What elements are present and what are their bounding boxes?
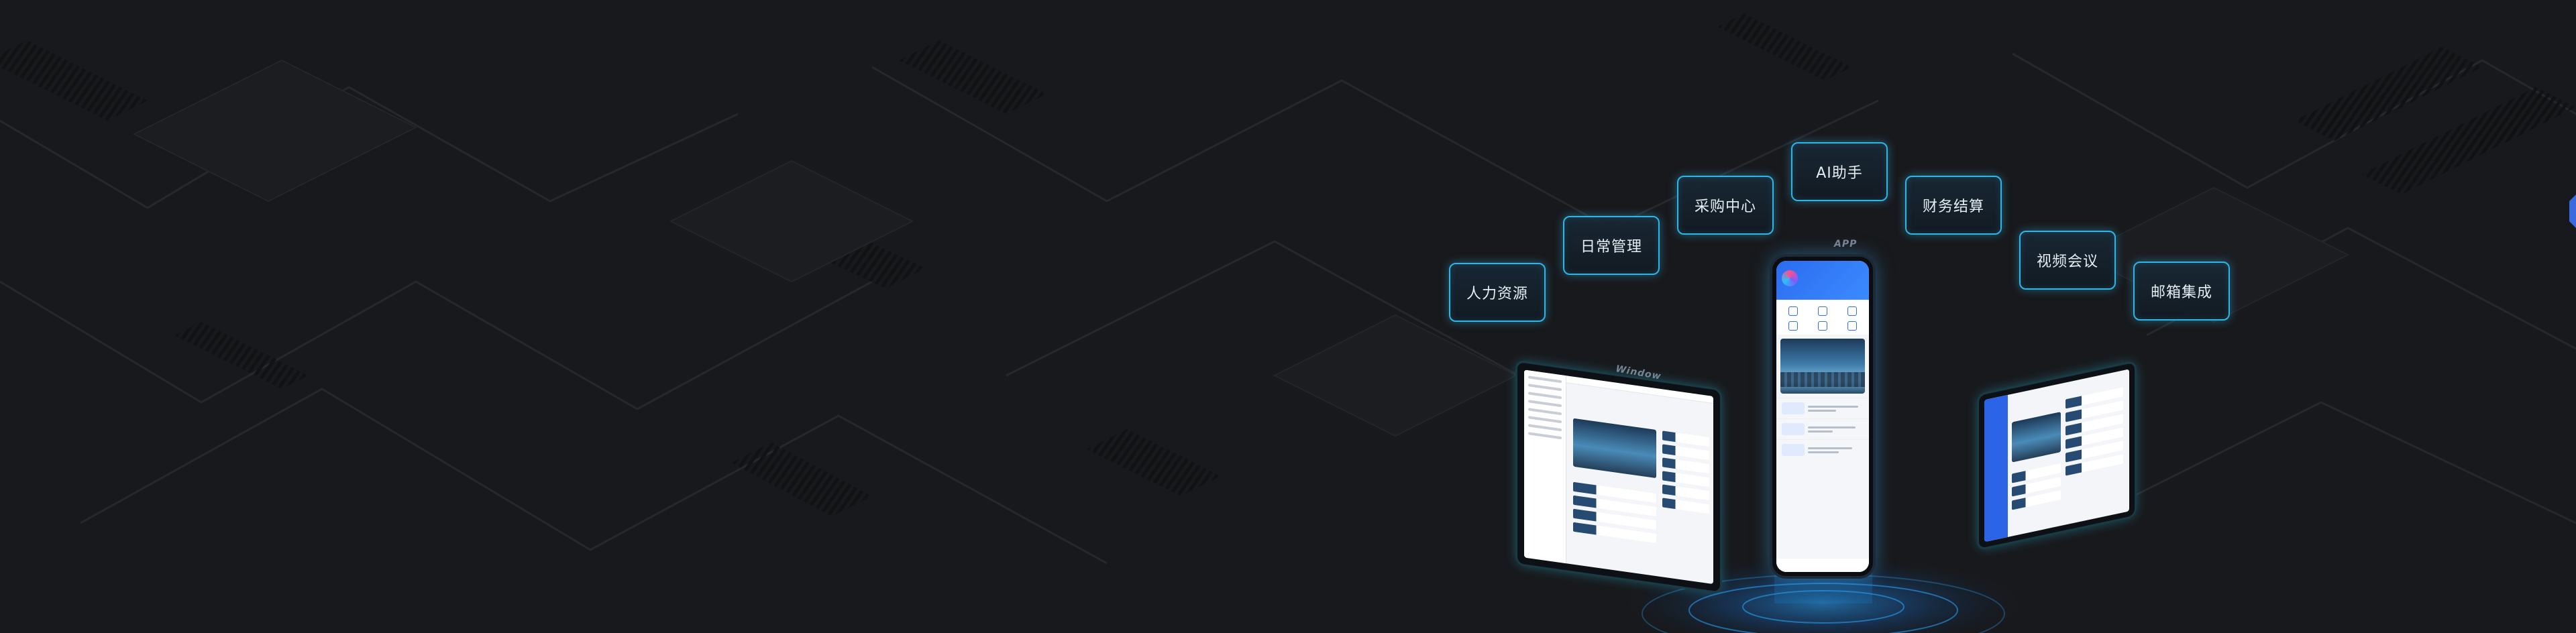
- phone-tab-bar: [1776, 559, 1869, 572]
- tag-purchase-center[interactable]: 采购中心: [1677, 176, 1774, 235]
- app-phone-mockup: [1772, 257, 1873, 576]
- phone-screen: [1776, 261, 1869, 572]
- wallet-icon: [1788, 321, 1798, 331]
- app-device-label: APP: [1834, 239, 1858, 249]
- tag-video-conference[interactable]: 视频会议: [2019, 231, 2116, 290]
- video-icon: [1818, 321, 1827, 331]
- tag-hr[interactable]: 人力资源: [1449, 263, 1546, 322]
- people-icon: [1788, 306, 1798, 316]
- news-item: [1776, 418, 1869, 439]
- news-item: [1776, 439, 1869, 460]
- mail-icon: [1847, 321, 1857, 331]
- window-screen: [1524, 369, 1713, 585]
- news-item: [1776, 398, 1869, 418]
- tag-ai-assistant[interactable]: AI助手: [1791, 142, 1888, 201]
- window-tablet-mockup: [1517, 362, 1720, 592]
- tag-finance-settlement[interactable]: 财务结算: [1905, 176, 2002, 235]
- calendar-icon: [1818, 306, 1827, 316]
- phone-banner-image: [1780, 339, 1865, 394]
- phone-header: [1776, 261, 1869, 300]
- phone-feature-grid: [1776, 300, 1869, 335]
- tag-daily-management[interactable]: 日常管理: [1563, 216, 1660, 275]
- cart-icon: [1847, 306, 1857, 316]
- tag-mail-integration[interactable]: 邮箱集成: [2133, 262, 2230, 321]
- app-logo-icon: [1782, 270, 1798, 286]
